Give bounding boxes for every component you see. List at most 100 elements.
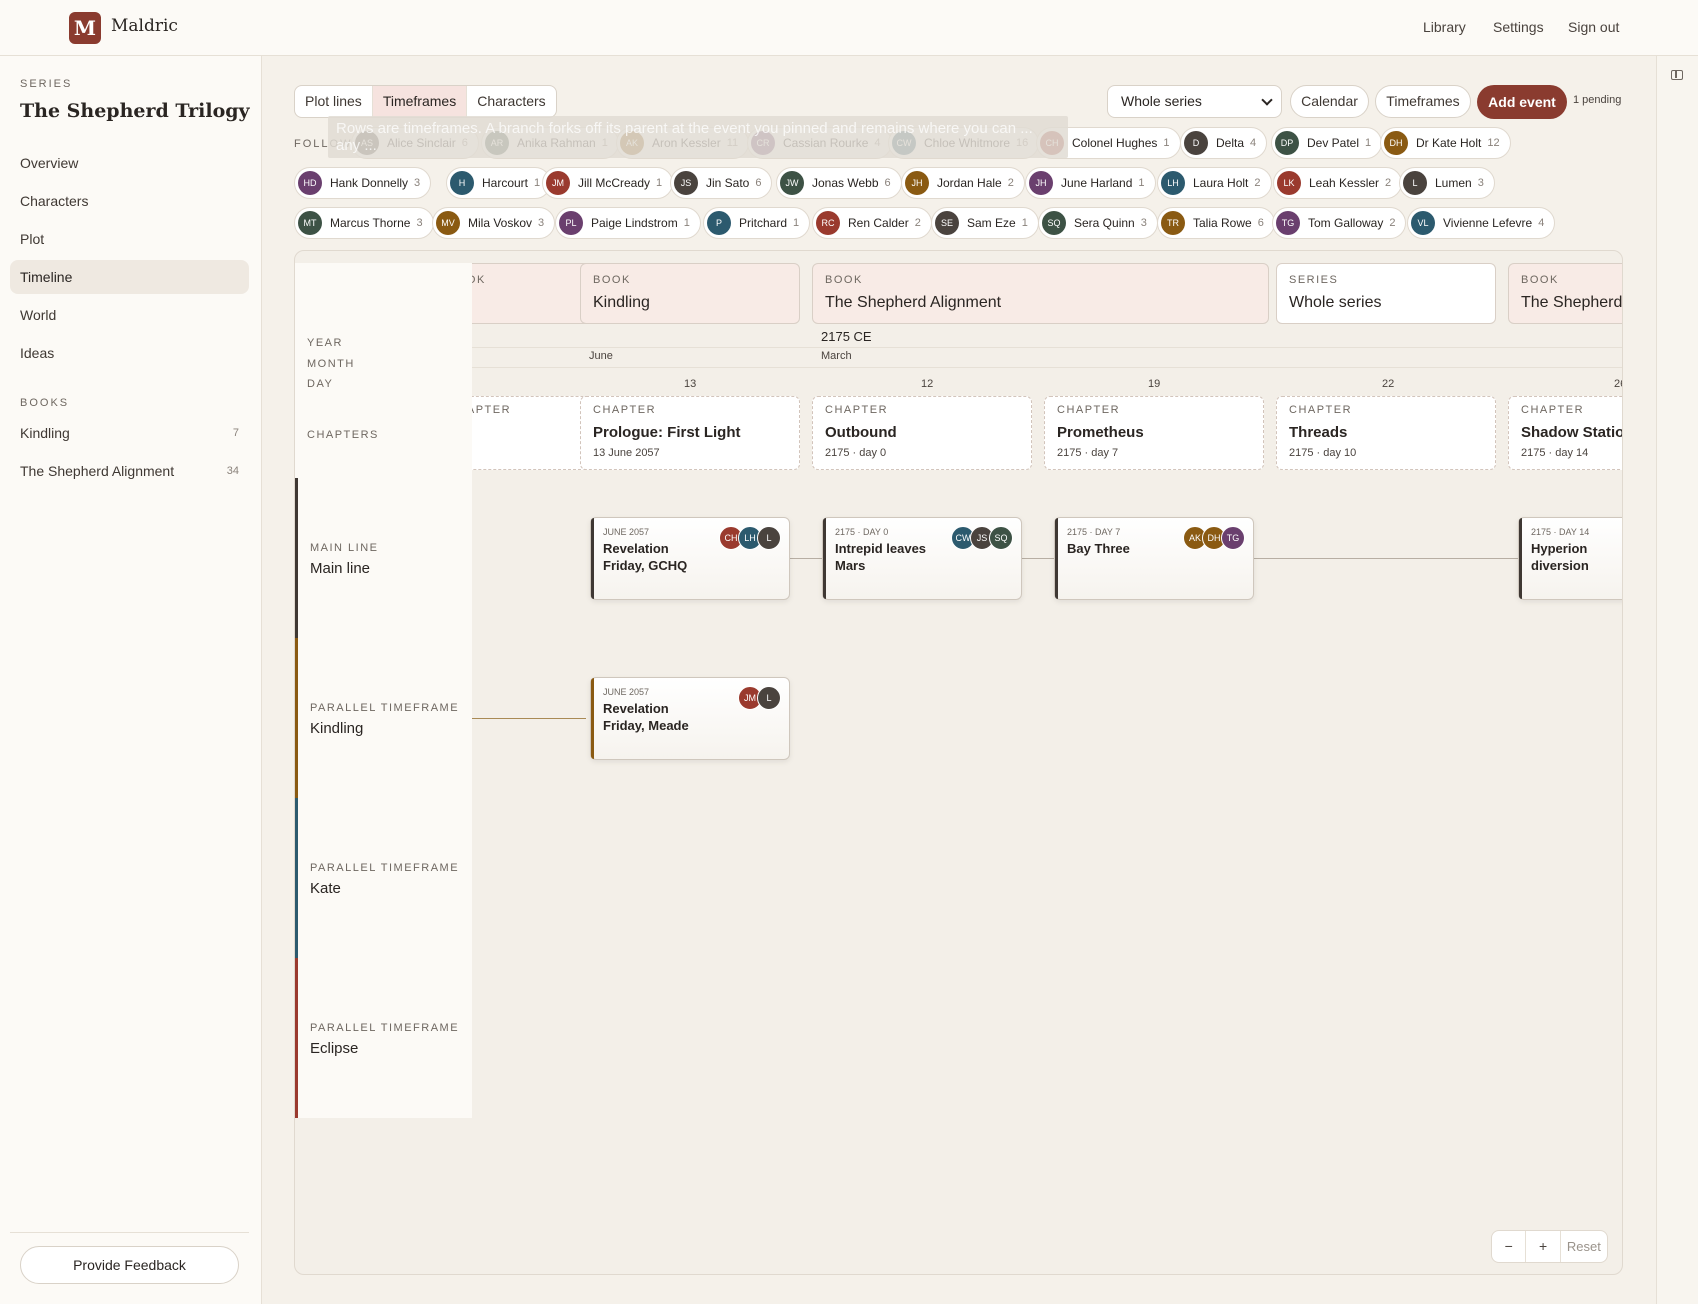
timeframe-row-eclipse[interactable]: PARALLEL TIMEFRAME Eclipse bbox=[295, 958, 472, 1118]
tab-characters[interactable]: Characters bbox=[467, 86, 555, 117]
sidebar-book-shepherd-alignment[interactable]: The Shepherd Alignment 34 bbox=[10, 454, 249, 488]
character-chip[interactable]: DH Dr Kate Holt 12 bbox=[1380, 127, 1511, 159]
character-chip[interactable]: TR Talia Rowe 6 bbox=[1157, 207, 1275, 239]
character-chip[interactable]: JM Jill McCready 1 bbox=[542, 167, 674, 199]
chapter-kind: CHAPTER bbox=[825, 404, 889, 416]
character-chip[interactable]: JH Jordan Hale 2 bbox=[901, 167, 1025, 199]
chapter-title: Prologue: First Light bbox=[593, 424, 741, 441]
tab-plot-lines[interactable]: Plot lines bbox=[295, 86, 373, 117]
character-chip[interactable]: SQ Sera Quinn 3 bbox=[1038, 207, 1158, 239]
zoom-in-button[interactable]: + bbox=[1526, 1231, 1561, 1262]
sidebar-item-world[interactable]: World bbox=[10, 298, 249, 332]
character-count: 1 bbox=[1163, 137, 1170, 149]
timeframe-row-kate[interactable]: PARALLEL TIMEFRAME Kate bbox=[295, 798, 472, 958]
character-name: Jonas Webb bbox=[812, 176, 879, 190]
character-chip[interactable]: DP Dev Patel 1 bbox=[1271, 127, 1383, 159]
event-card[interactable]: JUNE 2057 Revelation Friday, Meade JM L bbox=[590, 677, 790, 760]
timeframe-color-bar bbox=[295, 478, 298, 638]
provide-feedback-button[interactable]: Provide Feedback bbox=[20, 1246, 239, 1284]
tab-timeframes[interactable]: Timeframes bbox=[372, 86, 468, 117]
character-chip[interactable]: LK Leah Kessler 2 bbox=[1273, 167, 1403, 199]
event-timeframe-bar bbox=[591, 518, 594, 599]
timeframe-color-bar bbox=[295, 958, 298, 1118]
chapter-card[interactable]: CHAPTER Prometheus 2175 · day 7 bbox=[1044, 396, 1264, 470]
character-chip[interactable]: JS Jin Sato 6 bbox=[670, 167, 773, 199]
character-chip[interactable]: LH Laura Holt 2 bbox=[1157, 167, 1272, 199]
chapter-card[interactable]: CHAPTER Outbound 2175 · day 0 bbox=[812, 396, 1032, 470]
nav-settings[interactable]: Settings bbox=[1493, 19, 1544, 35]
sidebar-item-characters[interactable]: Characters bbox=[10, 184, 249, 218]
year-scale-label: YEAR bbox=[307, 337, 343, 349]
chapter-title: Prometheus bbox=[1057, 424, 1144, 441]
scope-select[interactable]: Whole series bbox=[1107, 85, 1282, 118]
character-name: Talia Rowe bbox=[1193, 216, 1252, 230]
chapter-card[interactable]: CHAPTER Shadow Station 2175 · day 14 bbox=[1508, 396, 1622, 470]
chapter-card[interactable]: CHAPTER Threads 2175 · day 10 bbox=[1276, 396, 1496, 470]
month-scale-label: MONTH bbox=[307, 358, 355, 370]
avatar: LK bbox=[1277, 171, 1301, 195]
app-name[interactable]: Maldric bbox=[111, 16, 178, 36]
timeframes-button[interactable]: Timeframes bbox=[1375, 85, 1471, 118]
timeframe-row-main-line[interactable]: MAIN LINE Main line bbox=[295, 478, 472, 638]
event-avatars: CW JS SQ bbox=[951, 526, 1013, 550]
nav-library[interactable]: Library bbox=[1423, 19, 1466, 35]
character-name: Harcourt bbox=[482, 176, 529, 190]
timeline-canvas[interactable]: BOOK BOOK Kindling BOOK The Shepherd Ali… bbox=[294, 250, 1623, 1275]
sidebar-item-plot[interactable]: Plot bbox=[10, 222, 249, 256]
nav-sign-out[interactable]: Sign out bbox=[1568, 19, 1619, 35]
character-chip[interactable]: SE Sam Eze 1 bbox=[931, 207, 1039, 239]
avatar: DH bbox=[1384, 131, 1408, 155]
sidebar-item-ideas[interactable]: Ideas bbox=[10, 336, 249, 370]
character-chip[interactable]: L Lumen 3 bbox=[1399, 167, 1495, 199]
sidebar-item-timeline[interactable]: Timeline bbox=[10, 260, 249, 294]
kindling-branch-connector bbox=[472, 718, 586, 719]
character-count: 2 bbox=[914, 217, 921, 229]
chapter-card[interactable]: CHAPTER Prologue: First Light 13 June 20… bbox=[580, 396, 800, 470]
character-count: 3 bbox=[416, 217, 423, 229]
add-event-button[interactable]: Add event bbox=[1477, 85, 1567, 119]
timeframe-name: Kindling bbox=[310, 720, 364, 737]
panel-toggle-icon[interactable] bbox=[1671, 70, 1683, 80]
month-label: March bbox=[821, 350, 852, 362]
book-card[interactable]: BOOK The Shepherd Alignment bbox=[1508, 263, 1622, 324]
zoom-reset-button[interactable]: Reset bbox=[1561, 1231, 1607, 1262]
book-card-title: Kindling bbox=[593, 294, 650, 311]
timeframe-kind: PARALLEL TIMEFRAME bbox=[310, 702, 460, 714]
event-avatars: AK DH TG bbox=[1183, 526, 1245, 550]
event-card[interactable]: 2175 · DAY 0 Intrepid leaves Mars CW JS … bbox=[822, 517, 1022, 600]
character-chip[interactable]: D Delta 4 bbox=[1180, 127, 1268, 159]
character-name: Delta bbox=[1216, 136, 1245, 150]
character-chip[interactable]: JH June Harland 1 bbox=[1025, 167, 1156, 199]
event-card[interactable]: 2175 · DAY 14 Hyperion diversion bbox=[1518, 517, 1622, 600]
character-chip[interactable]: TG Tom Galloway 2 bbox=[1272, 207, 1407, 239]
event-timeframe-bar bbox=[1055, 518, 1058, 599]
book-card[interactable]: BOOK Kindling bbox=[580, 263, 800, 324]
character-chip[interactable]: VL Vivienne Lefevre 4 bbox=[1407, 207, 1556, 239]
sidebar-item-overview[interactable]: Overview bbox=[10, 146, 249, 180]
event-card[interactable]: 2175 · DAY 7 Bay Three AK DH TG bbox=[1054, 517, 1254, 600]
character-chip[interactable]: MT Marcus Thorne 3 bbox=[294, 207, 434, 239]
event-card[interactable]: JUNE 2057 Revelation Friday, GCHQ CH LH … bbox=[590, 517, 790, 600]
book-card-kind: SERIES bbox=[1289, 274, 1339, 286]
character-chip[interactable]: PL Paige Lindstrom 1 bbox=[555, 207, 701, 239]
character-chip[interactable]: JW Jonas Webb 6 bbox=[776, 167, 902, 199]
character-chip[interactable]: HD Hank Donnelly 3 bbox=[294, 167, 432, 199]
right-panel-rail bbox=[1656, 56, 1698, 1304]
books-label: BOOKS bbox=[20, 397, 70, 409]
chapter-date: 2175 · day 14 bbox=[1521, 447, 1589, 459]
app-logo[interactable]: M bbox=[69, 12, 101, 44]
book-card[interactable]: SERIES Whole series bbox=[1276, 263, 1496, 324]
timeframe-row-kindling[interactable]: PARALLEL TIMEFRAME Kindling bbox=[295, 638, 472, 798]
character-count: 12 bbox=[1487, 137, 1500, 149]
character-chip[interactable]: P Pritchard 1 bbox=[703, 207, 811, 239]
calendar-button[interactable]: Calendar bbox=[1290, 85, 1369, 118]
avatar: SE bbox=[935, 211, 959, 235]
book-card[interactable]: BOOK The Shepherd Alignment bbox=[812, 263, 1269, 324]
character-chip[interactable]: RC Ren Calder 2 bbox=[812, 207, 932, 239]
character-chip[interactable]: H Harcourt 1 bbox=[446, 167, 552, 199]
character-count: 1 bbox=[683, 217, 690, 229]
zoom-out-button[interactable]: − bbox=[1492, 1231, 1527, 1262]
character-chip[interactable]: MV Mila Voskov 3 bbox=[432, 207, 556, 239]
day-label: 13 bbox=[684, 378, 697, 390]
sidebar-book-kindling[interactable]: Kindling 7 bbox=[10, 416, 249, 450]
